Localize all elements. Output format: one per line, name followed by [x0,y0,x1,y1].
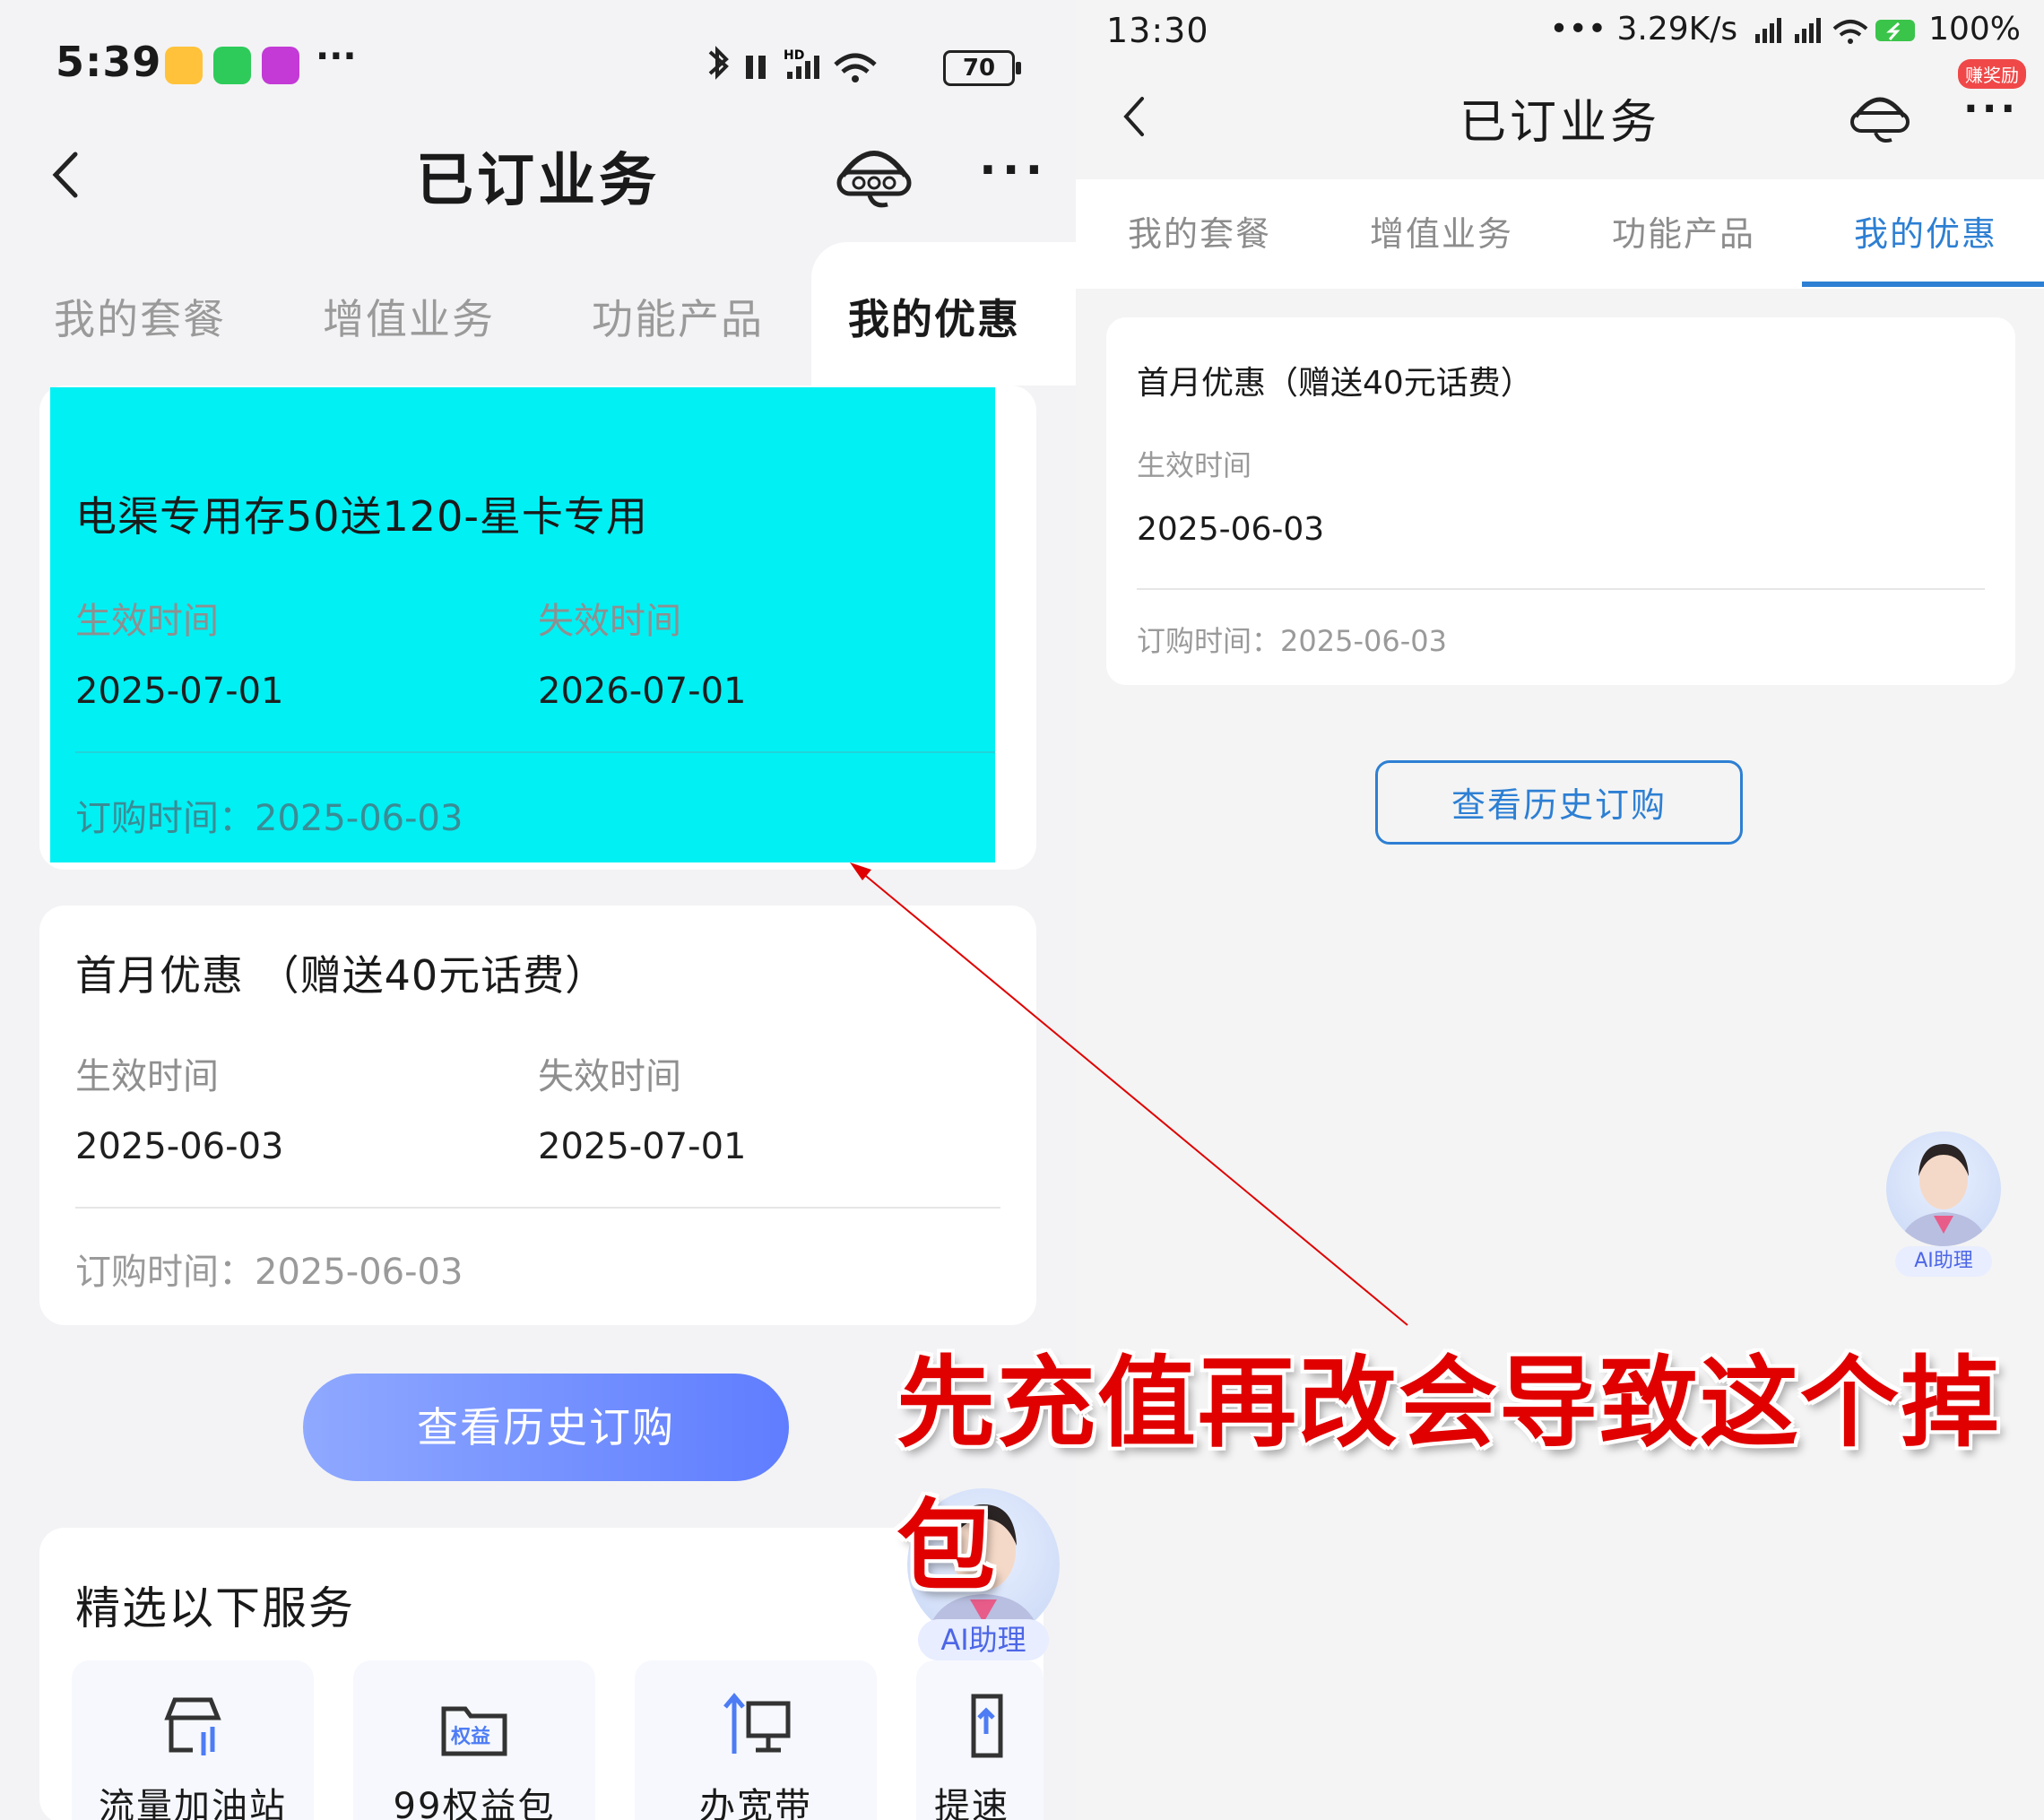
offer-title: 电渠专用存50送120-星卡专用 [75,492,648,541]
service-label: 提速 [934,1786,1009,1820]
more-options-icon[interactable]: ··· [1963,86,2019,132]
offer-card: 首月优惠（赠送40元话费） 生效时间 2025-06-03 订购时间：2025-… [1106,317,2015,685]
reward-badge[interactable]: 赚奖励 [1958,59,2026,89]
ai-assistant-badge[interactable]: AI助理 [918,1619,1049,1660]
tab-my-offers[interactable]: 我的优惠 [1854,206,1997,256]
service-label: 流量加油站 [99,1786,287,1820]
tab-function-products[interactable]: 功能产品 [1612,206,1755,256]
tab-my-offers[interactable]: 我的优惠 [848,287,1020,346]
expire-label: 失效时间 [538,601,681,642]
effective-label: 生效时间 [75,601,219,642]
battery-percent: 100% [1928,11,2021,48]
status-right: ••• 3.29K/s 100% [1549,11,2021,48]
order-time: 订购时间：2025-06-03 [75,1252,463,1293]
assistant-portrait-icon [1899,1144,1988,1246]
signal-wifi-battery-icon [1754,18,1915,44]
divider [75,1207,1000,1209]
tab-my-plan[interactable]: 我的套餐 [1128,206,1271,256]
tab-value-added[interactable]: 增值业务 [1370,206,1513,256]
ai-assistant-badge[interactable]: AI助理 [1895,1246,1992,1277]
tab-function-products[interactable]: 功能产品 [592,287,764,346]
divider [75,751,995,753]
status-time: 5:39 [56,38,162,86]
battery-icon: 70 [943,50,1021,86]
bell-app-icon [262,47,299,84]
order-time: 订购时间：2025-06-03 [1137,624,1447,658]
effective-value: 2025-06-03 [1137,511,1325,548]
expire-value: 2026-07-01 [538,671,747,712]
tab-value-added[interactable]: 增值业务 [323,287,495,346]
offer-title: 首月优惠（赠送40元话费） [1137,365,1533,402]
traffic-station-icon [164,1697,221,1755]
service-item-speedup[interactable]: 提速 [916,1660,1044,1820]
services-card: 精选以下服务 流量加油站 权益 99权益包 办宽带 提速 [39,1528,1044,1820]
status-bar: 5:39 ··· HD 70 [56,36,1024,99]
speed-up-icon [971,1694,1003,1758]
order-time: 订购时间：2025-06-03 [75,798,463,839]
effective-label: 生效时间 [1137,448,1252,482]
effective-value: 2025-06-03 [75,1126,284,1167]
view-history-button[interactable]: 查看历史订购 [303,1374,789,1481]
nav-bar: 已订业务 ··· [0,126,1076,224]
more-notifications-icon: ··· [316,36,357,77]
expire-label: 失效时间 [538,1056,681,1097]
effective-value: 2025-07-01 [75,671,284,712]
status-time: 13:30 [1106,11,1209,50]
status-bar: 13:30 ••• 3.29K/s 100% [1106,9,2021,54]
customer-service-icon[interactable] [1849,88,1911,145]
broadband-icon [723,1693,791,1754]
notes-app-icon [165,47,203,84]
tab-bar: 我的套餐 增值业务 功能产品 我的优惠 [1076,179,2044,289]
annotation-text: 先充值再改会导致这个掉包 [896,1345,2001,1604]
ai-assistant-avatar[interactable] [1886,1131,2001,1246]
service-item-traffic[interactable]: 流量加油站 [72,1660,314,1820]
wechat-icon [213,47,251,84]
effective-label: 生效时间 [75,1056,219,1097]
service-item-rights[interactable]: 权益 99权益包 [353,1660,595,1820]
service-label: 99权益包 [393,1786,556,1820]
tab-bar: 我的套餐 增值业务 功能产品 我的优惠 [0,242,1076,386]
rights-package-icon: 权益 [441,1706,507,1756]
divider [1137,588,1985,590]
page-title: 已订业务 [416,148,660,214]
system-icons: HD 70 [701,45,1024,93]
more-options-icon[interactable]: ··· [979,143,1048,197]
bluetooth-signal-wifi-icon: HD [708,46,877,82]
svg-text:权益: 权益 [450,1725,490,1748]
svg-text:HD: HD [784,48,804,63]
expire-value: 2025-07-01 [538,1126,747,1167]
network-speed: ••• 3.29K/s [1549,11,1738,48]
services-title: 精选以下服务 [75,1582,355,1634]
service-label: 办宽带 [699,1786,812,1820]
customer-service-icon[interactable] [834,140,914,212]
offer-title: 首月优惠 （赠送40元话费） [75,951,608,1000]
view-history-button[interactable]: 查看历史订购 [1375,760,1743,845]
nav-bar: 已订业务 ··· 赚奖励 [1076,59,2044,161]
service-item-broadband[interactable]: 办宽带 [635,1660,877,1820]
tab-my-plan[interactable]: 我的套餐 [54,287,226,346]
active-tab-indicator [1802,282,2044,287]
